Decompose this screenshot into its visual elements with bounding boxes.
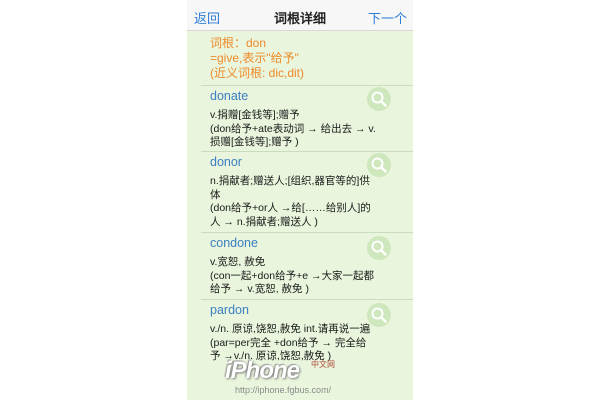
definition-line: 体 [210,188,221,201]
divider [201,299,413,300]
entry-definition: v.捐赠[金钱等];赠予 (don给予+ate表动词 → 给出去 → v. 损赠… [210,109,410,150]
divider [201,232,413,233]
search-button[interactable] [367,153,391,177]
watermark-tag: 中文网 [311,360,335,369]
search-icon [371,157,387,173]
search-button[interactable] [367,236,391,260]
root-line: 词根：don [210,36,267,50]
entry-definition: v.宽恕, 赦免 (con一起+don给予+e →大家一起都 给予 → v.宽恕… [210,256,410,297]
definition-line: n.捐献者;赠送人;[组织,器官等的]供 [210,175,370,187]
definition-line: 损赠[金钱等];赠予 ) [210,136,299,148]
entry-definition: n.捐献者;赠送人;[组织,器官等的]供 体 (don给予+or人 →给[……给… [210,175,410,229]
definition-line: 人 → n.捐献者;赠送人 ) [210,215,318,228]
search-button[interactable] [367,87,391,111]
definition-line: (don给予+or人 →给[……给别人]的 [210,202,371,214]
root-line: (近义词根: dic,dit) [210,66,305,80]
phone-screen: 返回 词根详细 下一个 词根：don =give,表示"给予" (近义词根: d… [187,0,413,400]
definition-line: (con一起+don给予+e →大家一起都 [210,269,374,282]
definition-line: v.捐赠[金钱等];赠予 [210,109,300,121]
search-icon [371,240,387,256]
definition-line: (par=per完全 +don给予 → 完全给 [210,336,367,349]
next-button[interactable]: 下一个 [368,8,407,27]
definition-line: 给予 → v.宽恕, 赦免 ) [210,283,309,295]
definition-line: (don给予+ate表动词 → 给出去 → v. [210,122,376,135]
watermark: iPhone 中文网 http://iphone.fgbus.com/ [225,357,350,399]
divider [201,151,413,152]
root-header: 词根：don =give,表示"给予" (近义词根: dic,dit) [210,36,410,81]
search-button[interactable] [367,303,391,327]
search-icon [371,91,387,107]
watermark-url: http://iphone.fgbus.com/ [235,385,332,395]
watermark-brand: iPhone [225,357,300,384]
nav-bar: 返回 词根详细 下一个 [187,0,413,31]
root-detail-content: 词根：don =give,表示"给予" (近义词根: dic,dit) dona… [187,31,413,400]
search-icon [371,307,387,323]
divider [201,85,413,86]
root-line: =give,表示"给予" [210,51,299,65]
